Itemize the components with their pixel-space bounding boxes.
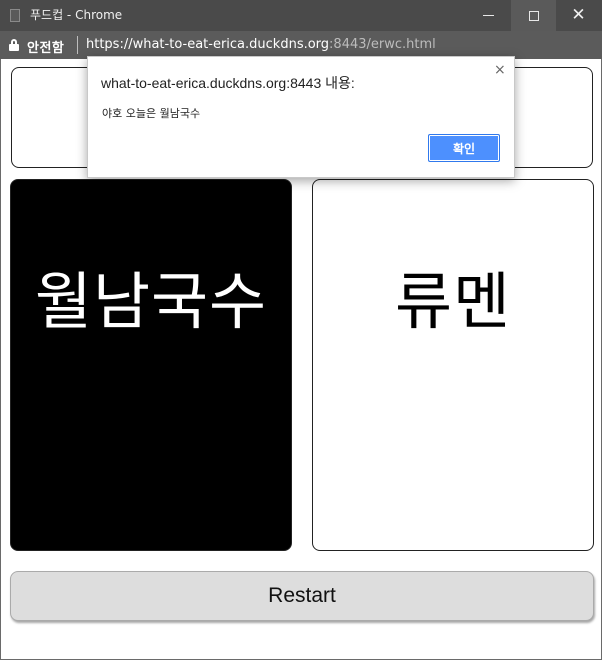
dialog-close-icon[interactable]: × [494,62,506,78]
food-card-right-label: 류멘 [394,265,512,338]
url-host: https://what-to-eat-erica.duckdns.org [86,37,330,52]
close-icon: ✕ [571,5,586,25]
security-label[interactable]: 안전함 [27,37,64,56]
alert-dialog: what-to-eat-erica.duckdns.org:8443 내용: ×… [87,56,515,178]
maximize-icon [528,10,539,21]
window-title: 푸드컵 - Chrome [30,8,123,22]
close-window-button[interactable]: ✕ [556,0,601,31]
address-bar[interactable]: 안전함 https://what-to-eat-erica.duckdns.or… [0,31,602,59]
food-card-right[interactable]: 류멘 [312,179,594,551]
address-divider [77,36,78,54]
maximize-button[interactable] [511,0,556,31]
dialog-ok-button[interactable]: 확인 [428,134,500,162]
minimize-icon [483,15,494,16]
restart-button[interactable]: Restart [10,571,594,621]
lock-icon[interactable] [9,39,19,51]
dialog-title: what-to-eat-erica.duckdns.org:8443 내용: [101,75,355,91]
page-icon [10,9,20,22]
dialog-message: 야호 오늘은 월남국수 [102,107,201,120]
food-card-left[interactable]: 월남국수 [10,179,292,551]
minimize-button[interactable] [466,0,511,31]
url-path: :8443/erwc.html [329,37,436,52]
window-titlebar: 푸드컵 - Chrome ✕ [0,0,602,31]
food-card-left-label: 월남국수 [34,265,268,338]
url-field[interactable]: https://what-to-eat-erica.duckdns.org:84… [86,37,436,52]
